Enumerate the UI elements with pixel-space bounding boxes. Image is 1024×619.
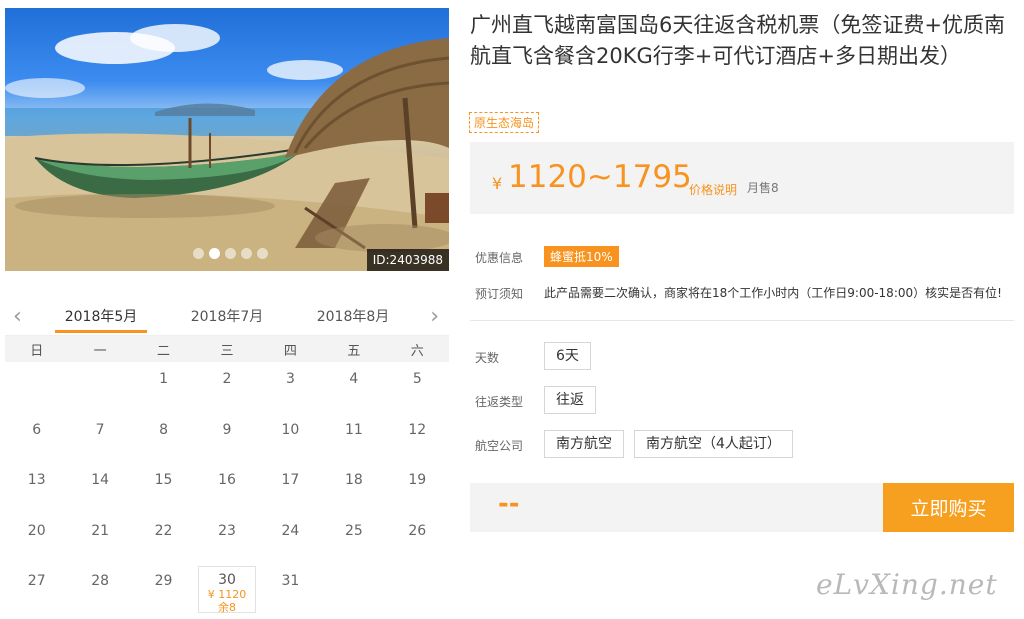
calendar-header: ‹ 2018年5月 2018年7月 2018年8月 › bbox=[5, 300, 449, 336]
carousel-dot[interactable] bbox=[193, 248, 204, 259]
booking-notice: 此产品需要二次确认，商家将在18个工作小时内（工作日9:00-18:00）核实是… bbox=[544, 286, 1002, 300]
weekday-label: 三 bbox=[220, 343, 234, 359]
watermark: eLvXing.net bbox=[816, 568, 998, 601]
airline-option-2[interactable]: 南方航空（4人起订） bbox=[634, 430, 793, 458]
calendar-day: 4 bbox=[349, 371, 359, 387]
buy-now-button[interactable]: 立即购买 bbox=[883, 483, 1014, 532]
weekday-label: 四 bbox=[283, 343, 297, 359]
notice-label: 预订须知 bbox=[475, 287, 524, 301]
calendar-day: 15 bbox=[154, 472, 173, 488]
product-title: 广州直飞越南富国岛6天往返含税机票（免签证费+优质南航直飞含餐含20KG行李+可… bbox=[470, 13, 1005, 68]
calendar-day: 29 bbox=[154, 573, 173, 589]
calendar-day: 9 bbox=[222, 421, 232, 438]
weekday-label: 日 bbox=[30, 343, 44, 359]
calendar-day: 11 bbox=[344, 421, 363, 438]
carousel-dot[interactable] bbox=[225, 248, 236, 259]
chevron-left-icon[interactable]: ‹ bbox=[13, 306, 22, 328]
day-number: 30 bbox=[218, 572, 236, 588]
product-tag[interactable]: 原生态海岛 bbox=[469, 112, 540, 133]
promo-badge: 蜂蜜抵10% bbox=[544, 246, 619, 267]
beach-scene bbox=[5, 24, 449, 271]
calendar-day: 31 bbox=[281, 573, 300, 589]
tab-month-1[interactable]: 2018年5月 bbox=[55, 306, 147, 333]
calendar-day: 13 bbox=[27, 472, 46, 488]
calendar-day: 26 bbox=[408, 522, 427, 539]
calendar-day: 28 bbox=[91, 573, 110, 589]
price-range: 1120~1795 bbox=[508, 159, 692, 195]
weekday-label: 六 bbox=[410, 343, 424, 359]
calendar-day: 25 bbox=[344, 522, 363, 539]
tab-month-2[interactable]: 2018年7月 bbox=[181, 306, 273, 326]
chevron-right-icon[interactable]: › bbox=[430, 306, 439, 328]
weekday-label: 一 bbox=[93, 343, 107, 359]
calendar-day: 12 bbox=[408, 421, 427, 438]
days-label: 天数 bbox=[475, 351, 500, 365]
calendar-day: 6 bbox=[32, 421, 42, 438]
monthly-sales: 月售8 bbox=[747, 181, 779, 195]
price-note-link[interactable]: 价格说明 bbox=[689, 181, 737, 198]
day-price: ¥ 1120 bbox=[207, 588, 247, 601]
calendar-day: 2 bbox=[222, 371, 232, 387]
calendar-day: 10 bbox=[281, 421, 300, 438]
calendar-empty-cell bbox=[68, 362, 131, 413]
trip-type-label: 往返类型 bbox=[475, 395, 524, 409]
currency-symbol: ¥ bbox=[492, 174, 503, 193]
calendar-day: 8 bbox=[159, 421, 169, 438]
selected-price-placeholder: -- bbox=[498, 489, 520, 519]
promo-label: 优惠信息 bbox=[475, 251, 524, 265]
weekday-label: 五 bbox=[347, 343, 361, 359]
calendar-day: 20 bbox=[27, 522, 46, 539]
weekday-label: 二 bbox=[157, 343, 171, 359]
calendar-day: 21 bbox=[91, 522, 110, 539]
tab-month-3[interactable]: 2018年8月 bbox=[307, 306, 399, 326]
days-option[interactable]: 6天 bbox=[544, 342, 591, 370]
carousel-dot[interactable] bbox=[241, 248, 252, 259]
calendar-empty-cell bbox=[5, 362, 68, 413]
airline-option-1[interactable]: 南方航空 bbox=[544, 430, 624, 458]
calendar-weekday-row: 日 一 二 三 四 五 六 bbox=[5, 336, 449, 362]
carousel-dot[interactable] bbox=[209, 248, 220, 259]
calendar-day: 5 bbox=[412, 371, 422, 387]
divider bbox=[470, 320, 1014, 321]
calendar-day: 17 bbox=[281, 472, 300, 488]
calendar-day: 1 bbox=[159, 371, 169, 387]
purchase-bar: -- 立即购买 bbox=[470, 483, 1014, 532]
carousel-dots bbox=[193, 248, 268, 259]
calendar-day: 3 bbox=[285, 371, 295, 387]
calendar-day: 19 bbox=[408, 472, 427, 488]
date-calendar: ‹ 2018年5月 2018年7月 2018年8月 › 日 一 二 三 四 五 … bbox=[5, 300, 449, 615]
airline-label: 航空公司 bbox=[475, 439, 524, 453]
image-id-label: ID:2403988 bbox=[366, 249, 449, 271]
trip-type-option[interactable]: 往返 bbox=[544, 386, 596, 414]
calendar-day: 18 bbox=[344, 472, 363, 488]
calendar-day: 24 bbox=[281, 522, 300, 539]
carousel-dot[interactable] bbox=[257, 248, 268, 259]
calendar-day: 7 bbox=[95, 421, 105, 438]
calendar-day-available[interactable]: 30 ¥ 1120 余8 bbox=[198, 566, 256, 614]
calendar-day: 14 bbox=[91, 472, 110, 488]
product-hero-image[interactable]: ID:2403988 bbox=[5, 8, 449, 271]
calendar-day-grid: 1 2 3 4 5 6 7 8 9 10 11 12 13 14 15 16 17 18 19 20 21 22 23 24 2… bbox=[5, 362, 449, 615]
price-box: ¥ 1120~1795 价格说明 月售8 bbox=[470, 142, 1014, 214]
calendar-day: 23 bbox=[218, 522, 236, 539]
calendar-day: 22 bbox=[154, 522, 173, 539]
calendar-day: 27 bbox=[27, 573, 46, 589]
calendar-day: 16 bbox=[218, 472, 236, 488]
day-stock: 余8 bbox=[217, 601, 236, 614]
